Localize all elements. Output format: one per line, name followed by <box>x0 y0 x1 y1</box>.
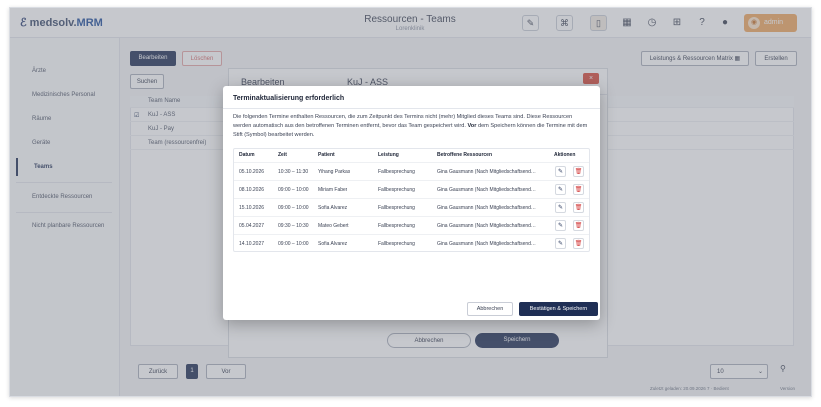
column-header-leistung: Leistung <box>378 152 399 158</box>
trash-icon[interactable]: 🗑 <box>573 220 584 231</box>
trash-icon[interactable]: 🗑 <box>573 238 584 249</box>
appointment-update-dialog: Terminaktualisierung erforderlich Die fo… <box>223 86 600 320</box>
cell-time: 09:00 – 10:00 <box>278 205 309 211</box>
table-row: 08.10.2026 09:00 – 10:00 Miriam Faber Fa… <box>234 180 589 198</box>
cell-patient: Miriam Faber <box>318 187 348 193</box>
pencil-icon[interactable]: ✎ <box>555 202 566 213</box>
cell-resource: Gina Gausmann (Nach Mitgliedschaftsend… <box>437 169 536 175</box>
app-window: ℰmedsolv.MRM Ressourcen - Teams Lorenkli… <box>9 7 812 397</box>
cell-date: 15.10.2026 <box>239 205 265 211</box>
pencil-icon[interactable]: ✎ <box>555 220 566 231</box>
cell-patient: Sofia Alvarez <box>318 241 348 247</box>
cell-patient: Yihang Parkas <box>318 169 351 175</box>
column-header-ressourcen: Betroffene Ressourcen <box>437 152 493 158</box>
trash-icon[interactable]: 🗑 <box>573 202 584 213</box>
trash-icon[interactable]: 🗑 <box>573 184 584 195</box>
appointments-table: Datum Zeit Patient Leistung Betroffene R… <box>233 148 590 252</box>
table-row: 05.04.2027 09:30 – 10:30 Mateo Gebert Fa… <box>234 216 589 234</box>
cell-resource: Gina Gausmann (Nach Mitgliedschaftsend… <box>437 241 536 247</box>
column-header-aktionen: Aktionen <box>554 152 576 158</box>
cell-patient: Sofia Alvarez <box>318 205 348 211</box>
cell-time: 10:30 – 11:30 <box>278 169 309 175</box>
table-row: 14.10.2027 09:00 – 10:00 Sofia Alvarez F… <box>234 234 589 252</box>
table-row: 15.10.2026 09:00 – 10:00 Sofia Alvarez F… <box>234 198 589 216</box>
cell-date: 08.10.2026 <box>239 187 265 193</box>
trash-icon[interactable]: 🗑 <box>573 166 584 177</box>
column-header-datum: Datum <box>239 152 255 158</box>
cell-service: Fallbesprechung <box>378 205 415 211</box>
cell-resource: Gina Gausmann (Nach Mitgliedschaftsend… <box>437 205 536 211</box>
pencil-icon[interactable]: ✎ <box>555 166 566 177</box>
dialog-divider <box>223 108 600 109</box>
dialog-title: Terminaktualisierung erforderlich <box>233 95 345 102</box>
cell-time: 09:30 – 10:30 <box>278 223 309 229</box>
cell-service: Fallbesprechung <box>378 223 415 229</box>
cell-date: 05.10.2026 <box>239 169 265 175</box>
dialog-cancel-button[interactable]: Abbrechen <box>467 302 513 316</box>
pencil-icon[interactable]: ✎ <box>555 238 566 249</box>
dialog-description: Die folgenden Termine enthalten Ressourc… <box>233 113 588 140</box>
cell-date: 14.10.2027 <box>239 241 265 247</box>
cell-resource: Gina Gausmann (Nach Mitgliedschaftsend… <box>437 223 536 229</box>
cell-service: Fallbesprechung <box>378 169 415 175</box>
confirm-save-button[interactable]: Bestätigen & Speichern <box>519 302 598 316</box>
pencil-icon[interactable]: ✎ <box>555 184 566 195</box>
cell-patient: Mateo Gebert <box>318 223 349 229</box>
column-header-zeit: Zeit <box>278 152 287 158</box>
cell-service: Fallbesprechung <box>378 241 415 247</box>
cell-resource: Gina Gausmann (Nach Mitgliedschaftsend… <box>437 187 536 193</box>
dialog-description-bold: Vor <box>467 123 477 129</box>
cell-date: 05.04.2027 <box>239 223 265 229</box>
table-row: 05.10.2026 10:30 – 11:30 Yihang Parkas F… <box>234 162 589 180</box>
column-header-patient: Patient <box>318 152 335 158</box>
cell-time: 09:00 – 10:00 <box>278 187 309 193</box>
cell-service: Fallbesprechung <box>378 187 415 193</box>
cell-time: 09:00 – 10:00 <box>278 241 309 247</box>
